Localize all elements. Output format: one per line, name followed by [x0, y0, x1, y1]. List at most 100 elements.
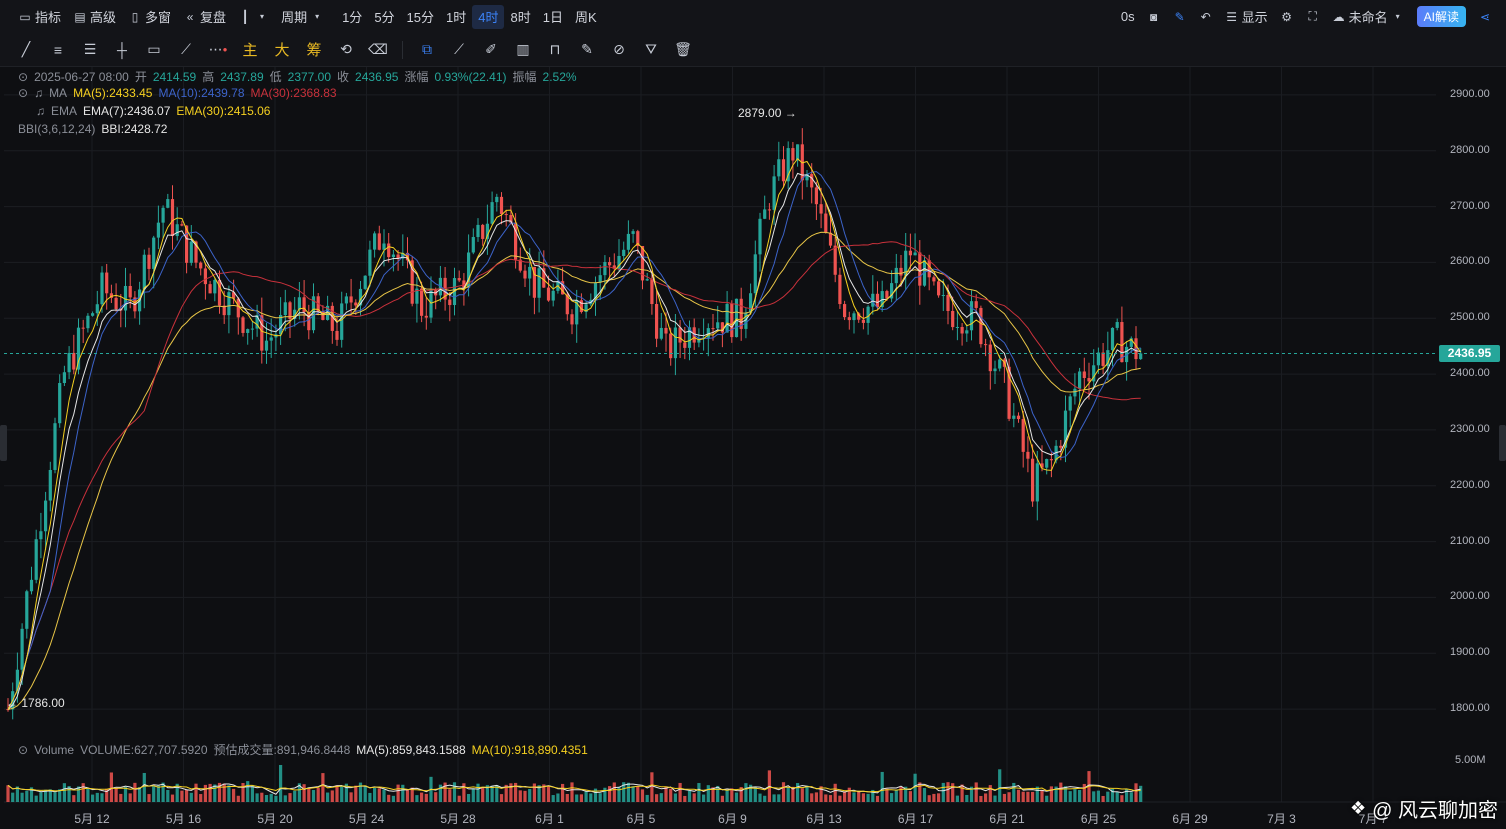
volume-bar — [448, 789, 452, 802]
volume-bar — [1092, 791, 1096, 802]
volume-bar — [673, 793, 677, 802]
volume-bar — [147, 794, 151, 802]
interval-4h[interactable]: 4时 — [472, 4, 505, 29]
trash-icon[interactable]: 🗑 — [667, 33, 699, 66]
mode-large[interactable]: 大 — [266, 33, 298, 66]
parallel-lines-icon[interactable]: ≡ — [42, 33, 74, 66]
magnet-icon[interactable]: ⟲ — [330, 33, 362, 66]
ruler-icon[interactable]: ⟋ — [443, 33, 475, 66]
ai-analysis-button[interactable]: AI解读 — [1411, 5, 1472, 29]
candle-body — [852, 313, 856, 321]
close-label: 收 — [337, 70, 350, 84]
edit-note-icon[interactable]: ✎ — [571, 33, 603, 66]
candle-body — [499, 196, 504, 215]
more-tools-icon[interactable]: ⋯ ● — [202, 33, 234, 66]
layout-dropdown[interactable]: ☁ 未命名 ▾ — [1326, 5, 1411, 29]
current-price-tag: 2436.95 — [1439, 345, 1500, 362]
settings-button[interactable]: ⚙ — [1274, 5, 1300, 29]
left-panel-toggle[interactable] — [0, 425, 7, 461]
interval-15m[interactable]: 15分 — [401, 5, 440, 29]
volume-bar — [119, 793, 123, 802]
volume-bar — [852, 792, 856, 802]
copy-icon[interactable]: ⧉ — [411, 33, 443, 66]
share-button[interactable]: ⋖ — [1472, 5, 1498, 29]
bar-pattern-icon[interactable]: ▥ — [507, 33, 539, 66]
brush-icon[interactable]: ✐ — [475, 33, 507, 66]
mode-chips[interactable]: 筹 — [298, 33, 330, 66]
volume-bar — [946, 782, 950, 802]
collapse-icon[interactable]: ⊙ — [18, 70, 28, 84]
chart-type-button[interactable]: ┃ ▾ — [232, 5, 275, 29]
candle-body — [969, 301, 974, 331]
volume-bar — [598, 793, 602, 802]
link-icon[interactable]: ⊘ — [603, 33, 635, 66]
screenshot-button[interactable]: ◙ — [1141, 5, 1167, 29]
candle-body — [899, 267, 903, 276]
volume-bar — [6, 785, 10, 802]
estimated-volume: 预估成交量:891,946.8448 — [213, 743, 351, 757]
filter-icon[interactable]: ⛛ — [635, 33, 667, 66]
volume-bar — [91, 794, 95, 802]
right-panel-toggle[interactable] — [1499, 425, 1506, 461]
volume-bar — [1026, 791, 1030, 802]
volume-bar — [861, 793, 865, 802]
candle-body — [67, 352, 71, 373]
change-value: 0.93%(22.41) — [434, 69, 507, 84]
eraser-icon[interactable]: ⌫ — [362, 33, 394, 66]
candle-body — [387, 243, 391, 258]
candle-body — [307, 312, 311, 331]
restore-button[interactable]: ↶ — [1193, 5, 1219, 29]
interval-1h[interactable]: 1时 — [440, 5, 472, 29]
interval-1d[interactable]: 1日 — [537, 5, 569, 29]
interval-1m[interactable]: 1分 — [336, 5, 368, 29]
candle-body — [781, 159, 786, 182]
candle-body — [335, 330, 339, 340]
collapse-icon[interactable]: ⊙ — [18, 743, 28, 757]
price-chart[interactable] — [4, 67, 1506, 829]
candle-body — [180, 224, 184, 226]
price-axis-label: 2500.00 — [1450, 311, 1490, 324]
line-tool-icon[interactable]: ╱ — [10, 33, 42, 66]
volume-bar — [1078, 789, 1082, 802]
volume-bar — [377, 788, 381, 802]
interval-5m[interactable]: 5分 — [368, 5, 400, 29]
date-axis-label: 7月 3 — [1267, 812, 1296, 826]
display-button[interactable]: ☰ 显示 — [1219, 5, 1274, 29]
period-dropdown[interactable]: 周期 ▾ — [275, 5, 330, 29]
mode-main[interactable]: 主 — [234, 33, 266, 66]
rectangle-icon[interactable]: ▭ — [138, 33, 170, 66]
volume-bar — [810, 793, 814, 802]
volume-bar — [993, 795, 997, 802]
bell-icon[interactable]: ♫ — [34, 86, 43, 100]
volume-bar — [255, 793, 259, 802]
lock-icon[interactable]: ⊓ — [539, 33, 571, 66]
interval-8h[interactable]: 8时 — [504, 5, 536, 29]
draw-button[interactable]: ✎ — [1167, 5, 1193, 29]
volume-bar — [744, 783, 748, 802]
price-axis-label: 1800.00 — [1450, 702, 1490, 715]
volume-bar — [138, 787, 142, 802]
replay-button[interactable]: «复盘 — [177, 5, 232, 29]
volume-bar — [236, 795, 240, 802]
candle-body — [53, 423, 57, 470]
candle-body — [791, 148, 795, 161]
crosshair-line-icon[interactable]: ┼ — [106, 33, 138, 66]
fullscreen-button[interactable]: ⛶ — [1300, 5, 1326, 29]
low-annotation: ← 1786.00 — [6, 696, 65, 710]
volume-bar — [692, 793, 696, 802]
date-axis-label: 6月 17 — [897, 812, 934, 826]
multi-window-button[interactable]: ▯ 多窗 — [122, 5, 177, 29]
candle-body — [730, 303, 734, 338]
volume-bar — [1073, 789, 1077, 802]
bell-icon[interactable]: ♫ — [36, 104, 45, 118]
collapse-icon[interactable]: ⊙ — [18, 86, 28, 100]
horizontal-lines-icon[interactable]: ☰ — [74, 33, 106, 66]
volume-bar — [589, 793, 593, 802]
interval-1w[interactable]: 周K — [569, 5, 603, 29]
advanced-button[interactable]: ▤ 高级 — [67, 5, 122, 29]
ray-tool-icon[interactable]: ⟋ — [170, 33, 202, 66]
volume-ma5: MA(5):859,843.1588 — [356, 742, 466, 757]
volume-bar — [1120, 795, 1124, 802]
indicators-button[interactable]: ▭ 指标 — [12, 5, 67, 29]
date-axis-label: 5月 16 — [165, 812, 202, 826]
